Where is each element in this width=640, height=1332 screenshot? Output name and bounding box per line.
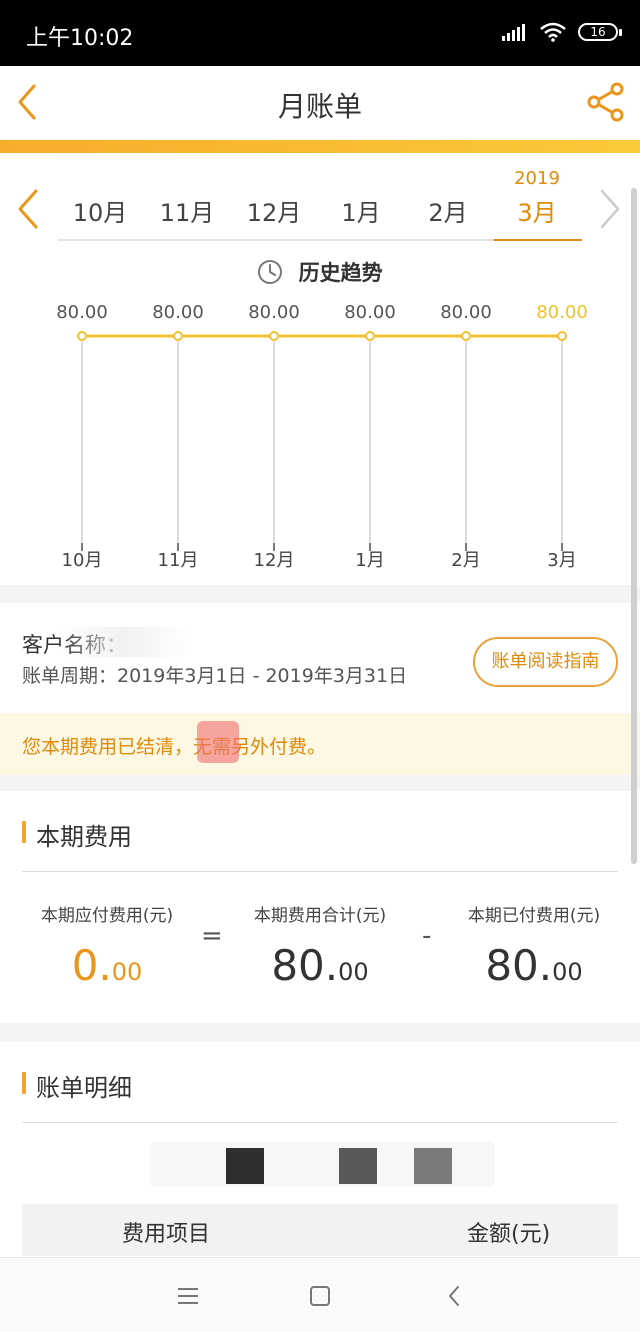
payable-fee-amount: 0.00 [71,941,143,990]
total-fee-amount: 80.00 [271,941,369,990]
chart-category-label: 2月 [451,550,480,571]
paid-fee-amount: 80.00 [485,941,583,990]
customer-name-redacted [60,627,190,657]
trend-line-chart: 80.00 10月 80.00 11月 80.00 12月 80.00 1月 80.00 2月 80… [56,302,588,571]
section-gap [0,585,640,603]
chart-point [77,331,87,341]
nav-bar: 月账单 [0,66,640,140]
chart-category-label: 1月 [355,550,384,571]
section-gap [0,775,640,791]
scrollbar[interactable] [631,188,637,864]
col-amount: 金额(元) [467,1222,551,1247]
chart-value-label: 80.00 [536,302,588,323]
page-title: 月账单 [277,90,362,123]
section-divider [22,1122,618,1123]
chart-category-label: 3月 [547,550,576,571]
chart-value-label: 80.00 [56,302,108,323]
detail-table-header: 费用项目 金额(元) [22,1204,618,1256]
redaction-block [414,1148,452,1184]
status-bar: 上午10:02 16 [0,0,640,66]
chart-category-label: 11月 [158,550,199,571]
battery-icon: 16 [578,23,622,41]
payable-fee: 本期应付费用(元) 0.00 [7,901,207,994]
notice-overlay-badge [197,721,239,763]
payment-notice: 您本期费用已结清，无需另外付费。 [0,713,640,775]
total-fee: 本期费用合计(元) 80.00 [220,901,420,994]
status-icons: 16 [502,22,622,42]
month-tab-3-active[interactable]: 3月 [495,193,579,228]
trend-title: 历史趋势 [298,261,383,285]
chart-value-label: 80.00 [344,302,396,323]
section-marker [22,1072,26,1094]
trend-header: 历史趋势 [0,257,640,287]
next-month-icon[interactable] [592,187,628,231]
active-month-year: 2019 [514,168,560,189]
status-time: 上午10:02 [26,26,134,51]
clock-icon [258,260,283,284]
system-nav-bar [0,1257,640,1332]
active-month-indicator [494,239,582,241]
month-tab-2[interactable]: 2月 [406,193,490,228]
chart-point [557,331,567,341]
chart-value-label: 80.00 [152,302,204,323]
paid-fee-label: 本期已付费用(元) [467,906,601,926]
menu-icon[interactable] [168,1278,208,1314]
payment-notice-text: 您本期费用已结清，无需另外付费。 [22,736,327,758]
bill-detail-card: 账单明细 费用项目 金额(元) [0,1042,640,1257]
month-tab-10[interactable]: 10月 [58,193,142,228]
payable-fee-label: 本期应付费用(元) [40,906,174,926]
wifi-icon [540,22,566,42]
trend-card: 10月 11月 12月 1月 2月 2019 3月 历史趋势 80.00 10月 8… [0,153,640,585]
current-fees-card: 本期费用 本期应付费用(元) 0.00 = 本期费用合计(元) 80.00 - … [0,791,640,1023]
chart-point [461,331,471,341]
section-divider [22,871,618,872]
chart-category-label: 10月 [62,550,103,571]
minus-sign: - [422,921,432,951]
chart-point [269,331,279,341]
bill-info-card: 客户名称： 账单周期：2019年3月1日 - 2019年3月31日 账单阅读指南… [0,603,640,775]
current-fees-title: 本期费用 [36,823,132,851]
chart-value-label: 80.00 [440,302,492,323]
home-icon[interactable] [300,1278,340,1314]
bill-guide-button[interactable]: 账单阅读指南 [473,637,618,687]
section-gap [0,1023,640,1042]
share-icon[interactable] [584,80,628,124]
section-marker [22,821,26,843]
prev-month-icon[interactable] [10,187,46,231]
col-fee-item: 费用项目 [122,1222,211,1247]
chart-point [365,331,375,341]
system-back-icon[interactable] [434,1278,474,1314]
accent-strip [0,140,640,153]
signal-icon [502,24,525,41]
bill-period: 账单周期：2019年3月1日 - 2019年3月31日 [22,665,408,687]
paid-fee: 本期已付费用(元) 80.00 [434,901,634,994]
month-tab-11[interactable]: 11月 [145,193,229,228]
redaction-block [226,1148,264,1184]
chart-point [173,331,183,341]
month-tab-1[interactable]: 1月 [319,193,403,228]
chart-category-label: 12月 [254,550,295,571]
chart-value-label: 80.00 [248,302,300,323]
total-fee-label: 本期费用合计(元) [253,906,387,926]
month-tab-12[interactable]: 12月 [232,193,316,228]
bill-detail-title: 账单明细 [36,1074,132,1102]
redaction-block [339,1148,377,1184]
